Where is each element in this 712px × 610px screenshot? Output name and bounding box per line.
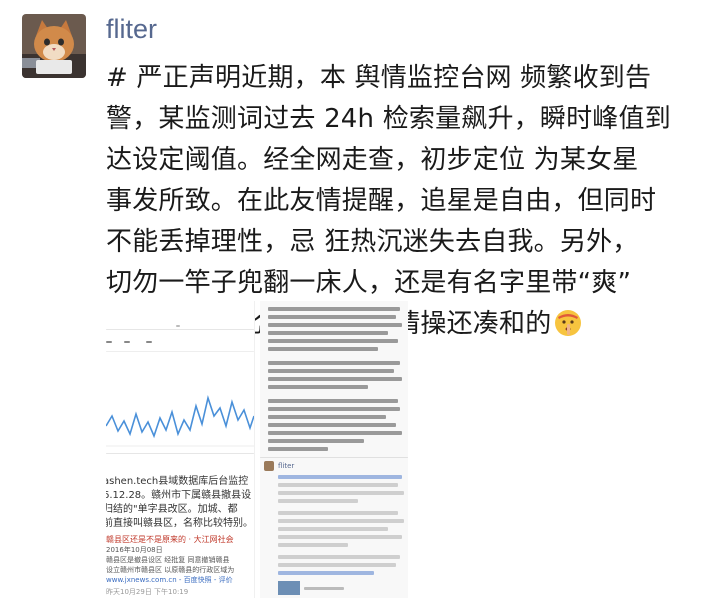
- text-line: [278, 483, 398, 487]
- toolbar-item: [146, 341, 152, 343]
- toolbar-item: [124, 341, 130, 343]
- text-line: [278, 491, 404, 495]
- post-text-line: 达设定阈值。经全网走查，初步定位 为某女星: [106, 145, 639, 175]
- text-line: [268, 407, 400, 411]
- text-line: [268, 361, 400, 365]
- result-snippet: 设立赣州市赣县区 以原赣县的行政区域为: [106, 566, 235, 574]
- text-line: [268, 377, 402, 381]
- text-line: [268, 369, 394, 373]
- text-line: [278, 535, 402, 539]
- text-line: [278, 563, 396, 567]
- trend-chart: [106, 395, 254, 447]
- text-line: [278, 543, 348, 547]
- text-line: [268, 423, 396, 427]
- text-line: [278, 475, 402, 479]
- post-text-line: 不能丢掉理性，忌 狂热沉迷失去自我。另外，: [106, 227, 639, 257]
- text-line: [268, 439, 364, 443]
- divider: [106, 453, 254, 454]
- cat-avatar-icon: [22, 14, 86, 78]
- thumb1-line: 前直接叫赣县区，名称比较特别。: [106, 518, 253, 529]
- thumb2-username: fliter: [278, 462, 295, 470]
- text-line: [268, 399, 398, 403]
- divider: [106, 351, 254, 352]
- search-bar: [106, 341, 112, 343]
- text-line: [278, 499, 358, 503]
- text-line: [268, 347, 378, 351]
- thumb1-line: ashen.tech县域数据库后台监控: [106, 476, 249, 487]
- text-line: [278, 555, 400, 559]
- thumb2-image: [278, 581, 300, 595]
- avatar[interactable]: [22, 14, 86, 78]
- thumb1-line: 6.12.28。赣州市下属赣县撤县设: [106, 490, 252, 501]
- text-line: [268, 331, 388, 335]
- thumb1-line: 归结的"单字县改区。加城、都: [106, 504, 238, 515]
- toolbar-item: [176, 325, 180, 327]
- text-line: [278, 527, 388, 531]
- text-line: [268, 339, 398, 343]
- text-line: [268, 431, 402, 435]
- divider: [260, 457, 408, 458]
- text-line: [278, 571, 374, 575]
- post-text-line: 切勿一竿子兜翻一床人，还是有名字里带“爽”: [106, 268, 632, 298]
- post-text-line: 警，某监测词过去 24h 检索量飙升，瞬时峰值到: [106, 104, 671, 134]
- text-line: [268, 315, 396, 319]
- divider: [106, 329, 254, 330]
- post-username[interactable]: fliter: [106, 14, 157, 45]
- text-line: [268, 415, 386, 419]
- result-url[interactable]: www.jxnews.com.cn - 百度快照 - 评价: [106, 575, 233, 585]
- attached-image-2[interactable]: fliter: [260, 301, 408, 598]
- text-line: [278, 519, 404, 523]
- post-text-line: # 严正声明近期，本 舆情监控台网 频繁收到告: [106, 63, 652, 93]
- attached-image-1[interactable]: ashen.tech县域数据库后台监控 6.12.28。赣州市下属赣县撤县设 归…: [106, 301, 255, 598]
- text-line: [268, 307, 400, 311]
- text-line: [268, 323, 402, 327]
- text-line: [268, 385, 368, 389]
- text-line: [304, 587, 344, 590]
- thumb2-avatar: [264, 461, 274, 471]
- post-text-line: 事发所致。在此友情提醒，追星是自由，但同时: [106, 186, 657, 216]
- result-snippet: 赣县区是撤县设区 经批复 同意撤销赣县: [106, 556, 230, 564]
- shushing-face-emoji-icon: [553, 308, 583, 351]
- timestamp: 昨天10月29日 下午10:19: [106, 588, 189, 596]
- result-snippet: 2016年10月08日: [106, 546, 163, 554]
- text-line: [278, 511, 398, 515]
- text-line: [268, 447, 328, 451]
